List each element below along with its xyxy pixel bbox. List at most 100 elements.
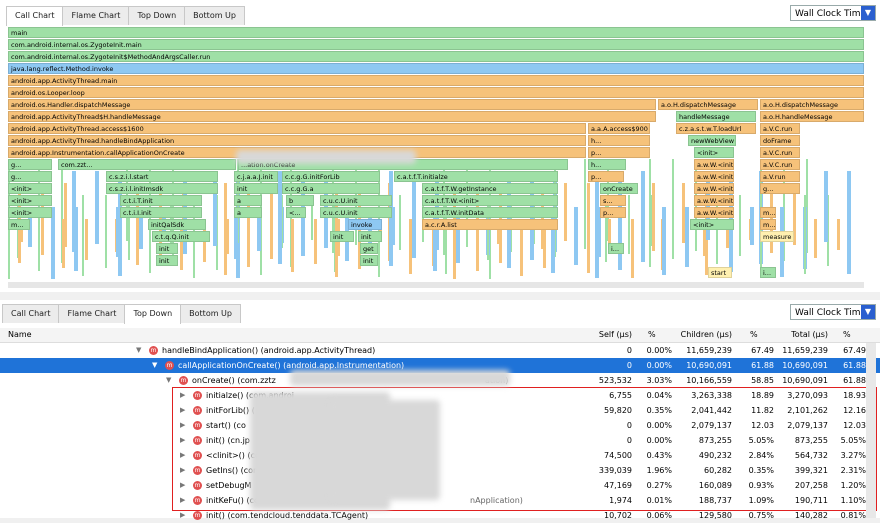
col-self-pct[interactable]: %: [648, 328, 656, 342]
flame-bar[interactable]: g...: [8, 159, 52, 170]
flame-bar[interactable]: c.c.g.G.a: [282, 183, 380, 194]
flame-bar[interactable]: newWebView: [688, 135, 736, 146]
flame-bar[interactable]: initQalSdk: [148, 219, 206, 230]
flame-bar[interactable]: a.w.W.<init>: [694, 171, 734, 182]
flame-bar[interactable]: start: [708, 267, 732, 278]
flame-bar[interactable]: p...: [600, 207, 626, 218]
flame-bar[interactable]: a.w.W.<init>: [694, 195, 734, 206]
flame-bar[interactable]: c.u.c.U.init: [320, 207, 392, 218]
flame-bar[interactable]: android.app.ActivityThread.main: [8, 75, 864, 86]
table-row[interactable]: ▼ m handleBindApplication() (android.app.A…: [0, 343, 880, 358]
flame-bar[interactable]: c.a.t.f.T.W.<init>: [422, 195, 558, 206]
flame-bar[interactable]: a.w.W.<init>: [694, 159, 734, 170]
tab-bottom-up[interactable]: Bottom Up: [184, 6, 245, 25]
flame-bar[interactable]: <init>: [694, 147, 734, 158]
flame-bar[interactable]: c.a.t.f.T.W.initData: [422, 207, 558, 218]
flame-bar[interactable]: g...: [760, 183, 800, 194]
tab-top-down[interactable]: Top Down: [128, 6, 186, 25]
tab-flame-chart[interactable]: Flame Chart: [62, 6, 130, 25]
flame-bar[interactable]: main: [8, 27, 864, 38]
flame-bar[interactable]: a.c.r.A.list: [422, 219, 558, 230]
flame-bar[interactable]: c.j.a.a.J.init: [234, 171, 278, 182]
flame-bar[interactable]: p...: [588, 171, 624, 182]
call-chart-canvas[interactable]: main com.android.internal.os.ZygoteInit.m…: [8, 27, 864, 279]
flame-bar[interactable]: handleMessage: [676, 111, 756, 122]
clock-select-2[interactable]: Wall Clock Time ▼: [790, 304, 876, 320]
flame-bar[interactable]: p...: [588, 147, 650, 158]
horizontal-scrollbar[interactable]: [8, 282, 864, 288]
flame-bar[interactable]: h...: [588, 159, 626, 170]
flame-bar[interactable]: m...: [760, 219, 776, 230]
flame-bar[interactable]: <init>: [690, 219, 734, 230]
tab-call-chart[interactable]: Call Chart: [6, 6, 64, 26]
flame-bar[interactable]: c.u.c.U.init: [320, 195, 392, 206]
tab-flame-chart-2[interactable]: Flame Chart: [58, 304, 126, 323]
flame-bar[interactable]: measure: [760, 231, 794, 242]
flame-bar[interactable]: get: [360, 243, 378, 254]
flame-bar[interactable]: c.z.a.s.t.w.T.loadUrl: [676, 123, 756, 134]
flame-bar[interactable]: c.t.i.T.init: [120, 195, 202, 206]
flame-bar[interactable]: invoke: [348, 219, 382, 230]
flame-bar[interactable]: onCreate: [600, 183, 638, 194]
flame-bar[interactable]: c.s.z.i.l.start: [106, 171, 218, 182]
col-children-pct[interactable]: %: [750, 328, 758, 342]
flame-bar[interactable]: init: [156, 255, 178, 266]
col-children[interactable]: Children (μs): [668, 328, 732, 342]
flame-bar[interactable]: a.V.C.run: [760, 159, 800, 170]
flame-bar[interactable]: com.android.internal.os.ZygoteInit$Metho…: [8, 51, 864, 62]
flame-bar[interactable]: c.a.t.f.T.initialze: [394, 171, 558, 182]
expand-arrow-icon[interactable]: ▼: [136, 343, 141, 358]
flame-bar[interactable]: init: [330, 231, 354, 242]
clock-select[interactable]: Wall Clock Time ▼: [790, 5, 876, 21]
flame-bar[interactable]: i...: [760, 267, 776, 278]
flame-bar[interactable]: c.a.t.f.T.W.getInstance: [422, 183, 558, 194]
flame-bar[interactable]: init: [360, 255, 378, 266]
flame-bar[interactable]: android.os.Looper.loop: [8, 87, 864, 98]
flame-bar[interactable]: m...: [760, 207, 776, 218]
col-self[interactable]: Self (μs): [560, 328, 632, 342]
tab-top-down-2[interactable]: Top Down: [124, 304, 182, 324]
flame-bar[interactable]: c.t.q.Q.init: [152, 231, 210, 242]
flame-bar[interactable]: c.t.i.I.init: [120, 207, 202, 218]
flame-bar[interactable]: init: [358, 231, 382, 242]
flame-bar[interactable]: a: [234, 195, 262, 206]
flame-bar[interactable]: c.s.z.i.l.initImsdk: [106, 183, 218, 194]
col-name[interactable]: Name: [8, 328, 32, 342]
flame-bar[interactable]: android.app.ActivityThread.handleBindApp…: [8, 135, 586, 146]
flame-bar[interactable]: android.os.Handler.dispatchMessage: [8, 99, 656, 110]
flame-bar[interactable]: <init>: [8, 183, 52, 194]
flame-bar[interactable]: a.w.W.<init>: [694, 207, 734, 218]
flame-bar[interactable]: b: [286, 195, 314, 206]
flame-bar[interactable]: g...: [8, 171, 52, 182]
flame-bar[interactable]: com.android.internal.os.ZygoteInit.main: [8, 39, 864, 50]
flame-bar[interactable]: a.a.A.access$900: [588, 123, 650, 134]
flame-bar[interactable]: <init>: [8, 195, 52, 206]
flame-bar[interactable]: h...: [588, 135, 650, 146]
flame-bar[interactable]: a.V.C.run: [760, 147, 800, 158]
col-total-pct[interactable]: %: [843, 328, 851, 342]
flame-bar[interactable]: m...: [8, 219, 30, 230]
flame-bar[interactable]: android.app.ActivityThread$H.handleMessa…: [8, 111, 656, 122]
flame-bar[interactable]: com.zzt...: [58, 159, 236, 170]
tab-bottom-up-2[interactable]: Bottom Up: [180, 304, 241, 323]
flame-bar[interactable]: java.lang.reflect.Method.invoke: [8, 63, 864, 74]
vertical-scrollbar[interactable]: [866, 343, 876, 518]
expand-arrow-icon[interactable]: ▼: [152, 358, 157, 373]
flame-bar[interactable]: android.app.ActivityThread.access$1600: [8, 123, 586, 134]
flame-bar[interactable]: <init>: [8, 207, 52, 218]
flame-bar[interactable]: c.c.g.G.initForLib: [282, 171, 380, 182]
flame-bar[interactable]: a.w.W.<init>: [694, 183, 734, 194]
flame-bar[interactable]: a.V.run: [760, 171, 800, 182]
flame-bar[interactable]: a: [234, 207, 262, 218]
flame-bar[interactable]: a.V.C.run: [760, 123, 800, 134]
flame-bar[interactable]: i...: [608, 243, 624, 254]
flame-bar[interactable]: doFrame: [760, 135, 800, 146]
expand-arrow-icon[interactable]: ▼: [166, 373, 171, 388]
col-total[interactable]: Total (μs): [772, 328, 828, 342]
flame-bar[interactable]: init: [156, 243, 178, 254]
flame-bar[interactable]: a.o.H.handleMessage: [760, 111, 864, 122]
flame-bar[interactable]: <...: [286, 207, 306, 218]
flame-bar[interactable]: a.o.H.dispatchMessage: [760, 99, 864, 110]
flame-bar[interactable]: init: [234, 183, 278, 194]
flame-bar[interactable]: a.o.H.dispatchMessage: [658, 99, 758, 110]
